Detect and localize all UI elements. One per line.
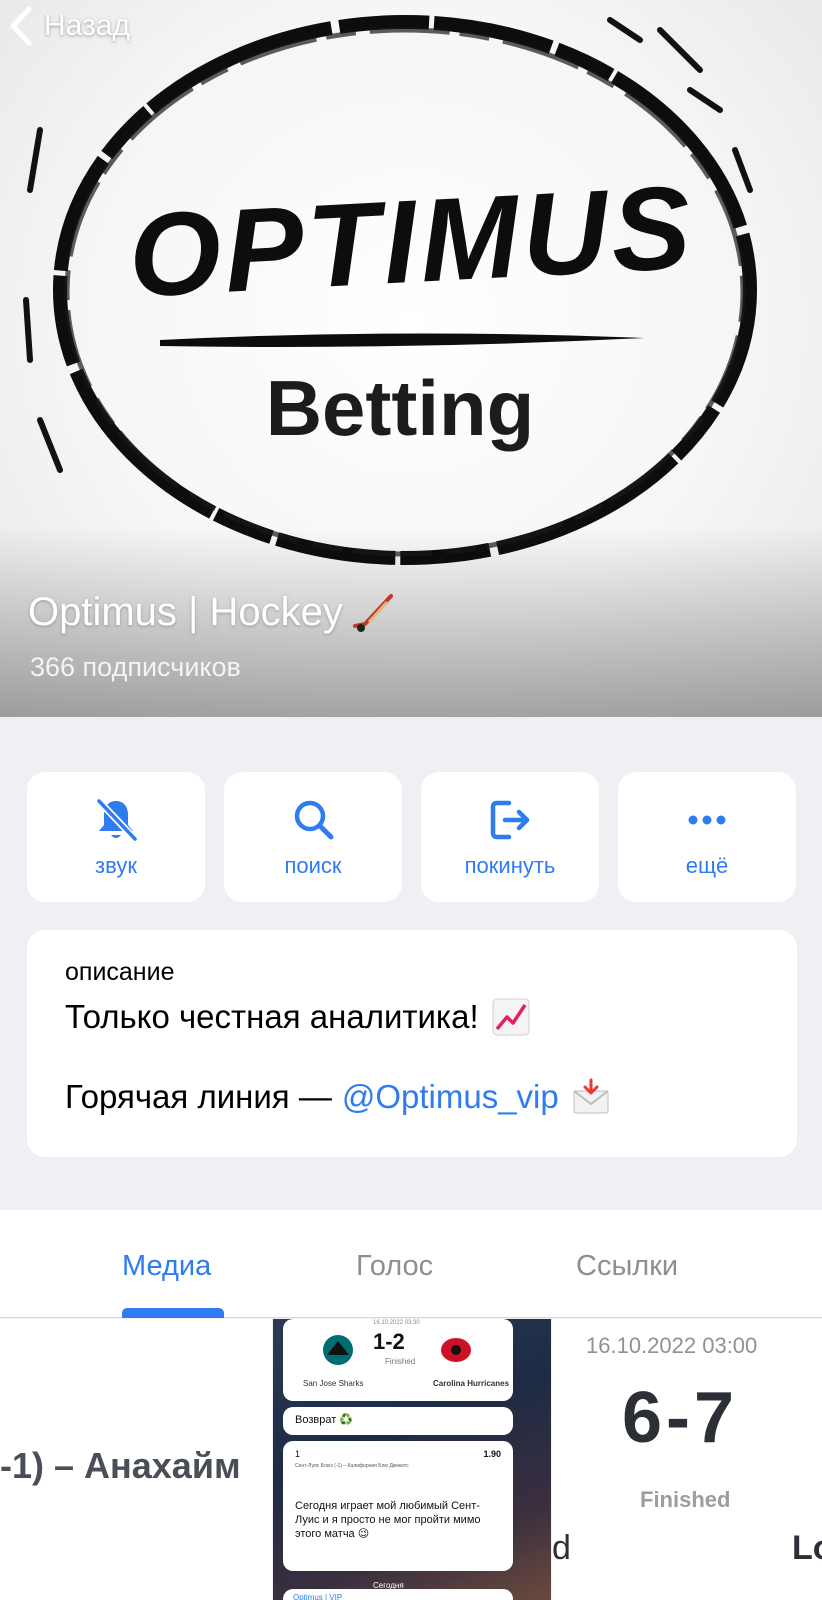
bet-number: 1 <box>295 1449 301 1459</box>
team-right-fragment: Lo <box>792 1529 822 1567</box>
refund-message: Возврат ♻️ <box>283 1407 513 1435</box>
vip-message: Optimus | VIP <box>283 1589 513 1600</box>
tab-voice[interactable]: Голос <box>356 1250 433 1283</box>
match-date: 16.10.2022 03:30 <box>373 1320 420 1326</box>
more-icon <box>688 815 726 825</box>
mute-button[interactable]: звук <box>27 772 205 902</box>
bet-message: 1 1.90 Сент-Луис Блюз (-1) – Калифорния … <box>283 1441 513 1571</box>
tab-media[interactable]: Медиа <box>122 1250 211 1283</box>
search-button[interactable]: поиск <box>224 772 402 902</box>
logo-sub-text: Betting <box>266 364 535 452</box>
hotline-link[interactable]: @Optimus_vip <box>342 1078 559 1116</box>
match-status: Finished <box>640 1487 731 1512</box>
team-left: San Jose Sharks <box>303 1379 364 1388</box>
team-right: Carolina Hurricanes <box>433 1379 510 1388</box>
search-icon <box>294 800 334 840</box>
back-label: Назад <box>44 9 130 42</box>
match-date: 16.10.2022 03:00 <box>586 1333 758 1358</box>
bell-muted-icon <box>96 798 138 842</box>
search-label: поиск <box>284 853 342 878</box>
subscriber-count: 366 подписчиков <box>30 652 241 682</box>
active-tab-indicator <box>122 1308 224 1318</box>
match-status: Finished <box>385 1357 416 1366</box>
channel-title: Optimus | Hockey <box>28 590 397 635</box>
more-label: ещё <box>685 853 729 878</box>
hotline-label: Горячая линия — <box>65 1078 332 1115</box>
match-score: 1-2 <box>373 1329 405 1354</box>
logo-main-text: OPTIMUS <box>126 161 698 322</box>
leave-button[interactable]: покинуть <box>421 772 599 902</box>
media-item[interactable]: -1) – Анахайм <box>0 1319 272 1600</box>
chart-increasing-icon <box>492 998 530 1036</box>
media-item-text: -1) – Анахайм <box>0 1445 241 1486</box>
media-item[interactable]: 16.10.2022 03:00 6-7 Finished d Lo <box>552 1319 822 1600</box>
hockey-stick-icon <box>352 593 393 632</box>
envelope-arrow-icon <box>573 1078 609 1114</box>
team-left-fragment: d <box>552 1529 571 1567</box>
sharks-logo-icon <box>323 1335 353 1365</box>
mute-label: звук <box>95 853 137 878</box>
bet-comment: Сегодня играет мой любимый Сент-Луис и я… <box>295 1500 481 1540</box>
score-card: 16.10.2022 03:30 1-2 Finished San Jose S… <box>283 1319 513 1401</box>
media-tabs: Медиа Голос Ссылки <box>0 1210 822 1318</box>
channel-title-text: Optimus | Hockey <box>28 590 343 634</box>
hurricanes-logo-icon <box>441 1338 471 1362</box>
more-button[interactable]: ещё <box>618 772 796 902</box>
bet-odds: 1.90 <box>483 1449 501 1459</box>
description-line-1: Только честная аналитика! <box>65 997 759 1037</box>
chevron-left-icon <box>10 6 32 46</box>
bet-match: Сент-Луис Блюз (-1) – Калифорния Блю Дже… <box>295 1463 409 1469</box>
description-card: описание Только честная аналитика! Горяч… <box>27 930 797 1157</box>
leave-icon <box>490 800 530 840</box>
description-text: Только честная аналитика! <box>65 998 479 1035</box>
back-button[interactable]: Назад <box>8 4 130 48</box>
leave-label: покинуть <box>464 853 556 878</box>
action-buttons: звук поиск покинуть ещё <box>27 772 797 902</box>
description-caption: описание <box>65 958 175 986</box>
match-score: 6-7 <box>622 1378 739 1458</box>
description-line-2: Горячая линия — @Optimus_vip <box>65 1077 759 1117</box>
channel-header: OPTIMUS Betting Назад Optimus | Hockey 3… <box>0 0 822 717</box>
media-item[interactable]: 16.10.2022 03:30 1-2 Finished San Jose S… <box>273 1319 551 1600</box>
tab-links[interactable]: Ссылки <box>576 1250 678 1283</box>
